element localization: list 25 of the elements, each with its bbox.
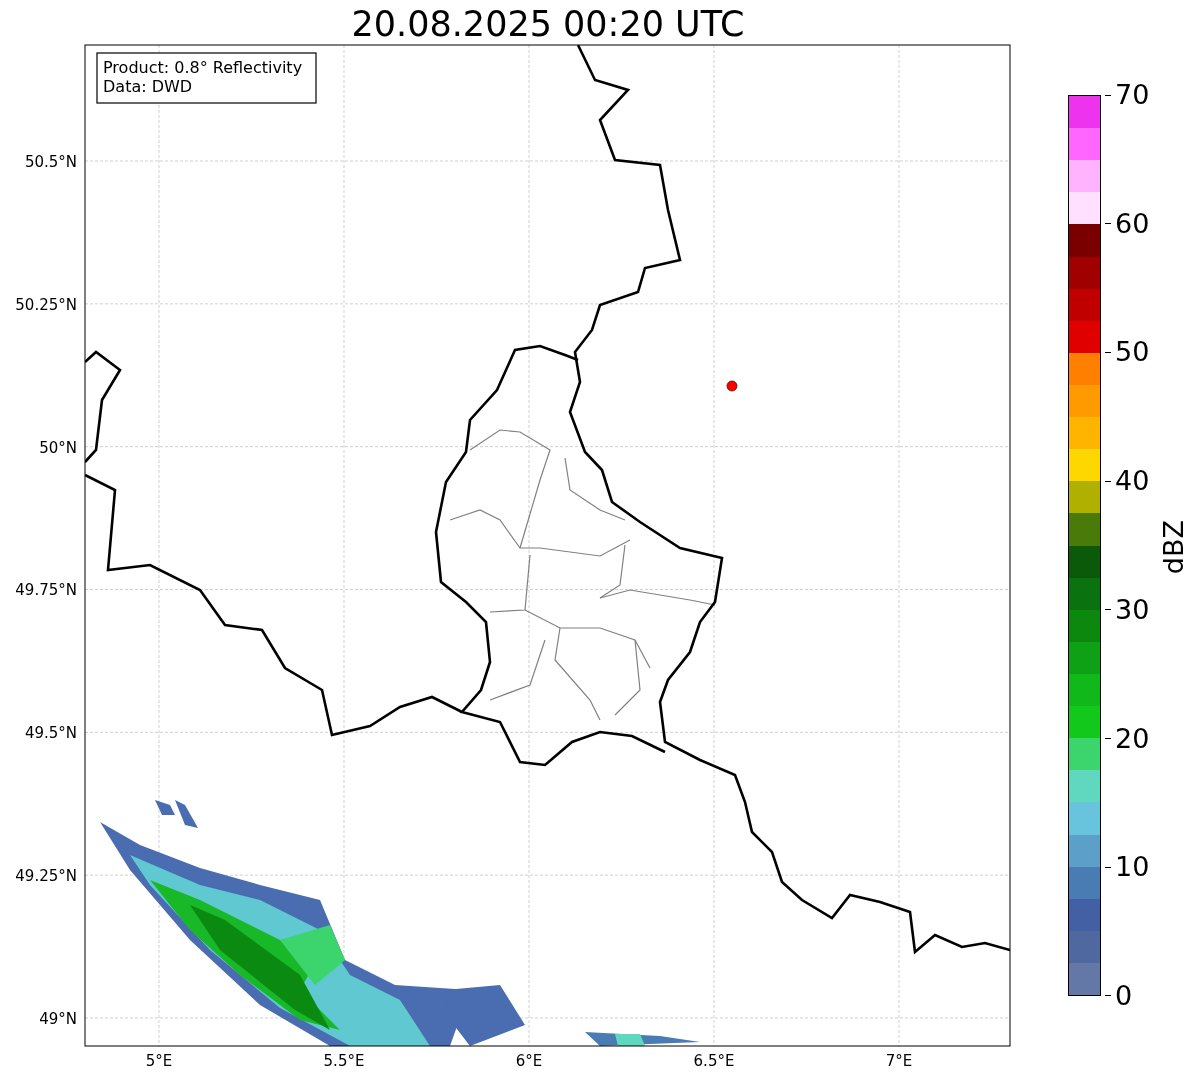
scale-tick-label: 30 <box>1115 594 1150 625</box>
latitude-label: 49°N <box>39 1010 77 1028</box>
latitude-label: 49.25°N <box>15 867 77 886</box>
longitude-label: 6°E <box>515 1052 543 1070</box>
longitude-label: 5°E <box>145 1052 173 1070</box>
scale-axis-label: dBZ <box>1159 520 1190 575</box>
latitude-label: 50.25°N <box>15 295 77 314</box>
latitude-label: 49.5°N <box>24 724 77 743</box>
location-marker <box>726 380 738 392</box>
scale-tick-label: 10 <box>1115 852 1150 883</box>
longitude-label: 6.5°E <box>693 1052 735 1070</box>
scale-tick-label: 40 <box>1115 466 1150 497</box>
longitude-label: 5.5°E <box>323 1052 365 1070</box>
info-text: Data: DWD <box>103 77 193 96</box>
latitude-label: 50°N <box>39 438 77 457</box>
info-text: Product: 0.8° Reflectivity <box>103 58 303 77</box>
chart-title: 20.08.2025 00:20 UTC <box>351 4 745 44</box>
longitude-label: 7°E <box>885 1052 913 1070</box>
scale-tick-label: 0 <box>1115 980 1133 1011</box>
scale-tick-label: 50 <box>1115 337 1150 368</box>
scale-tick-label: 20 <box>1115 723 1150 754</box>
scale-tick-label: 60 <box>1115 208 1150 239</box>
latitude-label: 50.5°N <box>24 153 77 171</box>
scale-tick-label: 70 <box>1115 80 1150 110</box>
latitude-label: 49.75°N <box>15 581 77 600</box>
